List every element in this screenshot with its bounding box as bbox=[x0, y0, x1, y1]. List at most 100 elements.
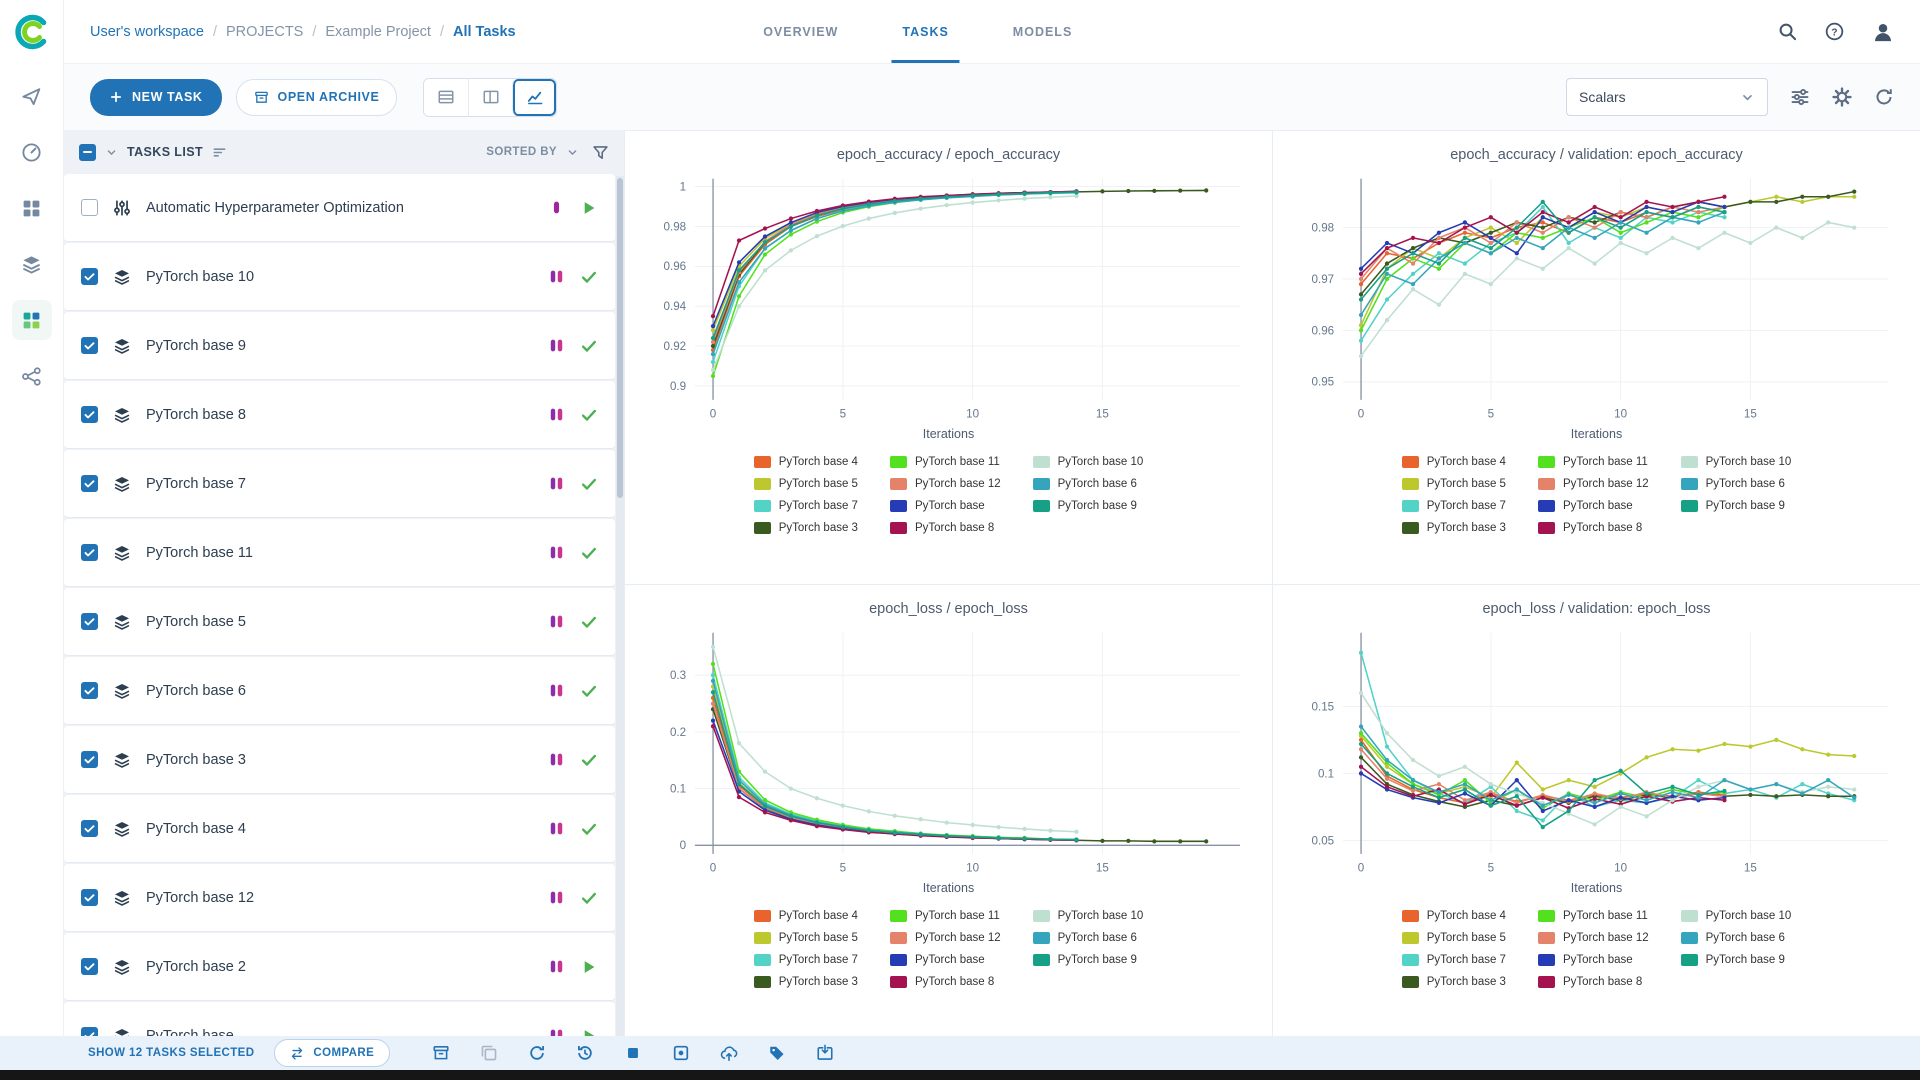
sidebar-item-projects[interactable] bbox=[12, 132, 52, 172]
legend-item[interactable]: PyTorch base 7 bbox=[753, 953, 858, 966]
open-archive-button[interactable]: OPEN ARCHIVE bbox=[235, 78, 398, 116]
legend-item[interactable]: PyTorch base 8 bbox=[889, 522, 1001, 534]
legend-item[interactable]: PyTorch base 4 bbox=[1401, 456, 1506, 468]
clone-button[interactable] bbox=[480, 1044, 498, 1062]
legend-item[interactable]: PyTorch base 11 bbox=[1537, 456, 1649, 468]
sidebar-item-pipelines[interactable] bbox=[12, 356, 52, 396]
breadcrumb-item[interactable]: All Tasks bbox=[453, 24, 516, 40]
publish-button[interactable] bbox=[720, 1044, 738, 1062]
legend-item[interactable]: PyTorch base 6 bbox=[1680, 478, 1792, 490]
sorted-by-label[interactable]: SORTED BY bbox=[486, 146, 557, 158]
legend-item[interactable]: PyTorch base 4 bbox=[753, 909, 858, 922]
task-row[interactable]: PyTorch base 3 bbox=[64, 726, 615, 794]
legend-item[interactable]: PyTorch base 3 bbox=[753, 522, 858, 534]
task-row[interactable]: Automatic Hyperparameter Optimization bbox=[64, 174, 615, 242]
legend-item[interactable]: PyTorch base 12 bbox=[889, 478, 1001, 490]
task-metrics-icon[interactable] bbox=[548, 958, 565, 975]
view-button[interactable] bbox=[672, 1044, 690, 1062]
legend-item[interactable]: PyTorch base 6 bbox=[1032, 478, 1144, 490]
legend-item[interactable]: PyTorch base 3 bbox=[753, 975, 858, 988]
legend-item[interactable]: PyTorch base 11 bbox=[889, 456, 1001, 468]
sidebar-item-reports[interactable] bbox=[12, 244, 52, 284]
new-task-button[interactable]: NEW TASK bbox=[90, 78, 222, 116]
filter-icon[interactable] bbox=[592, 144, 609, 161]
table-view-button[interactable] bbox=[424, 78, 469, 116]
clearml-logo[interactable] bbox=[12, 12, 52, 52]
archive-button[interactable] bbox=[432, 1044, 450, 1062]
legend-item[interactable]: PyTorch base 10 bbox=[1680, 456, 1791, 468]
task-metrics-icon[interactable] bbox=[548, 544, 565, 561]
legend-item[interactable]: PyTorch base 5 bbox=[753, 931, 858, 944]
legend-item[interactable]: PyTorch base 9 bbox=[1032, 953, 1144, 966]
abort-button[interactable] bbox=[624, 1044, 642, 1062]
task-row[interactable]: PyTorch base bbox=[64, 1002, 615, 1038]
chart-plot[interactable]: 0.90.920.940.960.9810 5 10 15 bbox=[638, 169, 1260, 427]
chart-plot[interactable]: 0.05 0.1 0.15 0 5 10 15 bbox=[1286, 623, 1908, 881]
task-checkbox[interactable] bbox=[81, 268, 98, 285]
task-checkbox[interactable] bbox=[81, 406, 98, 423]
task-row[interactable]: PyTorch base 7 bbox=[64, 450, 615, 518]
task-metrics-icon[interactable] bbox=[548, 820, 565, 837]
legend-item[interactable]: PyTorch base 10 bbox=[1032, 456, 1143, 468]
tags-button[interactable] bbox=[768, 1044, 786, 1062]
task-metrics-icon[interactable] bbox=[548, 682, 565, 699]
tasks-scrollbar[interactable] bbox=[616, 176, 624, 1038]
legend-item[interactable]: PyTorch base 5 bbox=[753, 478, 858, 490]
legend-item[interactable]: PyTorch base bbox=[1537, 953, 1649, 966]
task-checkbox[interactable] bbox=[81, 958, 98, 975]
chart-plot[interactable]: 0.95 0.96 0.97 0.98 0 5 10 15 bbox=[1286, 169, 1908, 427]
task-metrics-icon[interactable] bbox=[548, 613, 565, 630]
legend-item[interactable]: PyTorch base 9 bbox=[1680, 500, 1792, 512]
task-checkbox[interactable] bbox=[81, 682, 98, 699]
breadcrumb-item[interactable]: Example Project bbox=[325, 24, 431, 40]
task-row[interactable]: PyTorch base 10 bbox=[64, 243, 615, 311]
task-metrics-icon[interactable] bbox=[548, 337, 565, 354]
legend-item[interactable]: PyTorch base 3 bbox=[1401, 522, 1506, 534]
task-checkbox[interactable] bbox=[81, 889, 98, 906]
task-row[interactable]: PyTorch base 2 bbox=[64, 933, 615, 1001]
task-row[interactable]: PyTorch base 4 bbox=[64, 795, 615, 863]
split-view-button[interactable] bbox=[468, 78, 513, 116]
task-row[interactable]: PyTorch base 12 bbox=[64, 864, 615, 932]
task-row[interactable]: PyTorch base 6 bbox=[64, 657, 615, 725]
legend-item[interactable]: PyTorch base 3 bbox=[1401, 975, 1506, 988]
auto-refresh-icon[interactable] bbox=[1874, 87, 1894, 107]
legend-item[interactable]: PyTorch base 6 bbox=[1680, 931, 1792, 944]
tab-overview[interactable]: OVERVIEW bbox=[760, 0, 841, 63]
legend-item[interactable]: PyTorch base 6 bbox=[1032, 931, 1144, 944]
legend-item[interactable]: PyTorch base 9 bbox=[1032, 500, 1144, 512]
sidebar-item-datasets[interactable] bbox=[12, 188, 52, 228]
task-metrics-icon[interactable] bbox=[548, 475, 565, 492]
task-row[interactable]: PyTorch base 9 bbox=[64, 312, 615, 380]
user-avatar[interactable] bbox=[1872, 21, 1894, 43]
select-all-caret-icon[interactable] bbox=[105, 146, 118, 159]
legend-item[interactable]: PyTorch base 11 bbox=[889, 909, 1001, 922]
task-checkbox[interactable] bbox=[81, 613, 98, 630]
legend-item[interactable]: PyTorch base 5 bbox=[1401, 478, 1506, 490]
task-checkbox[interactable] bbox=[81, 337, 98, 354]
task-row[interactable]: PyTorch base 5 bbox=[64, 588, 615, 656]
sort-icon[interactable] bbox=[212, 145, 227, 160]
help-icon[interactable]: ? bbox=[1825, 22, 1844, 41]
legend-item[interactable]: PyTorch base 9 bbox=[1680, 953, 1792, 966]
legend-item[interactable]: PyTorch base bbox=[889, 500, 1001, 512]
legend-item[interactable]: PyTorch base 12 bbox=[889, 931, 1001, 944]
legend-item[interactable]: PyTorch base 8 bbox=[1537, 522, 1649, 534]
legend-item[interactable]: PyTorch base 8 bbox=[889, 975, 1001, 988]
legend-item[interactable]: PyTorch base bbox=[889, 953, 1001, 966]
task-checkbox[interactable] bbox=[81, 820, 98, 837]
legend-item[interactable]: PyTorch base 4 bbox=[1401, 909, 1506, 922]
reset-button[interactable] bbox=[576, 1044, 594, 1062]
task-checkbox[interactable] bbox=[81, 751, 98, 768]
move-to-project-button[interactable] bbox=[816, 1044, 834, 1062]
scrollbar-thumb[interactable] bbox=[617, 178, 623, 498]
tab-tasks[interactable]: TASKS bbox=[891, 0, 961, 63]
legend-item[interactable]: PyTorch base 7 bbox=[1401, 953, 1506, 966]
chart-plot[interactable]: 0 0.1 0.2 0.3 0 5 10 15 bbox=[638, 623, 1260, 881]
legend-item[interactable]: PyTorch base 10 bbox=[1032, 909, 1143, 922]
legend-item[interactable]: PyTorch base 12 bbox=[1537, 478, 1649, 490]
sorted-by-caret-icon[interactable] bbox=[566, 146, 579, 159]
sidebar-item-dashboard[interactable] bbox=[12, 76, 52, 116]
search-icon[interactable] bbox=[1778, 22, 1797, 41]
task-row[interactable]: PyTorch base 11 bbox=[64, 519, 615, 587]
